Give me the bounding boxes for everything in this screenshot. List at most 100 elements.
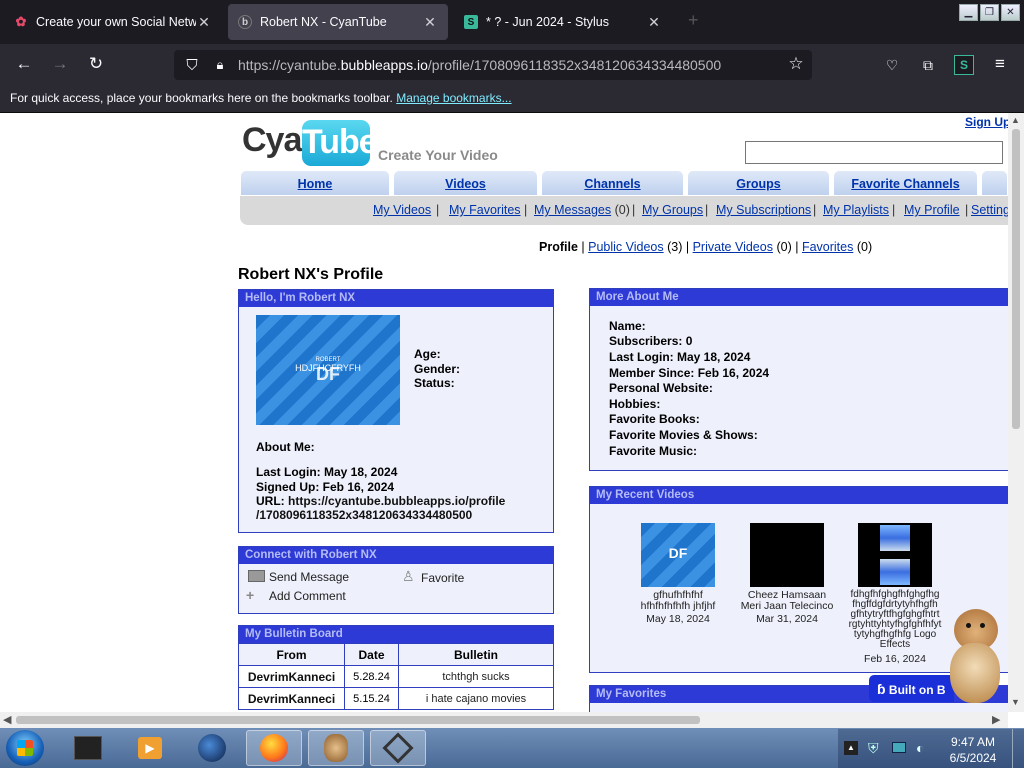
public-videos-link[interactable]: Public Videos [588, 240, 664, 254]
about-last-login: Last Login: May 18, 2024 [609, 350, 751, 364]
column-header: Bulletin [398, 643, 554, 666]
new-tab-button[interactable]: + [688, 10, 699, 31]
subnav-my-playlists[interactable]: My Playlists [823, 203, 889, 217]
hamster-app-icon[interactable] [308, 730, 364, 766]
nav-tab-videos[interactable]: Videos [393, 170, 538, 196]
close-icon[interactable]: ✕ [646, 14, 662, 31]
about-subscribers: Subscribers: 0 [609, 334, 693, 348]
signup-link[interactable]: Sign Up [965, 115, 1010, 129]
tab-stylus[interactable]: S * ? - Jun 2024 - Stylus ✕ [454, 4, 672, 40]
globe-icon[interactable] [184, 730, 240, 766]
scroll-up-icon[interactable]: ▲ [1011, 115, 1020, 125]
back-arrow-icon[interactable]: ← [14, 54, 34, 74]
nav-tab-channels[interactable]: Channels [541, 170, 684, 196]
nav-tab-home[interactable]: Home [240, 170, 390, 196]
media-player-icon[interactable]: ▶ [122, 730, 178, 766]
close-window-icon[interactable]: ✕ [1001, 4, 1020, 21]
maximize-icon[interactable]: ❐ [980, 4, 999, 21]
signed-up: Signed Up: Feb 16, 2024 [256, 480, 395, 494]
show-desktop-button[interactable] [1012, 729, 1024, 768]
pocket-icon[interactable]: ♡ [882, 55, 902, 75]
tab-cyantube[interactable]: b Robert NX - CyanTube ✕ [228, 4, 448, 40]
envelope-icon [248, 570, 265, 582]
hamster-mascot-image [944, 609, 1004, 705]
about-name: Name: [609, 319, 646, 333]
star-bookmark-icon[interactable]: ☆ [786, 54, 806, 74]
menu-icon[interactable]: ≡ [990, 54, 1010, 74]
bulletin-text[interactable]: i hate cajano movies [398, 687, 554, 710]
stylus-extension-icon[interactable]: S [954, 55, 974, 75]
age-label: Age: [414, 347, 441, 361]
shield-icon[interactable]: ⛉ [182, 55, 202, 75]
start-button[interactable] [6, 730, 44, 766]
taskbar-app-icon[interactable] [60, 730, 116, 766]
bulletin-from[interactable]: DevrimKanneci [238, 665, 345, 688]
column-header: Date [344, 643, 399, 666]
page-title: Robert NX's Profile [238, 266, 384, 283]
private-videos-link[interactable]: Private Videos [693, 240, 773, 254]
close-icon[interactable]: ✕ [196, 14, 212, 31]
bulletin-text[interactable]: tchthgh sucks [398, 665, 554, 688]
about-movies: Favorite Movies & Shows: [609, 428, 758, 442]
scroll-down-icon[interactable]: ▼ [1011, 697, 1020, 707]
manage-bookmarks-link[interactable]: Manage bookmarks... [396, 91, 511, 105]
about-hobbies: Hobbies: [609, 397, 661, 411]
video-caption[interactable]: Cheez Hamsaan Meri Jaan Telecinco [734, 590, 840, 612]
url-text[interactable]: https://cyantube.bubbleapps.io/profile/1… [238, 57, 721, 73]
video-date: May 18, 2024 [646, 613, 710, 625]
video-date: Mar 31, 2024 [756, 613, 818, 625]
security-shield-icon[interactable]: ⛨ [868, 740, 879, 757]
add-comment-link[interactable]: Add Comment [269, 589, 346, 603]
close-icon[interactable]: ✕ [422, 14, 438, 31]
profile-url-link[interactable]: https://cyantube.bubbleapps.io/profile [288, 494, 505, 508]
video-thumbnail[interactable] [750, 523, 824, 587]
scroll-left-icon[interactable]: ◀ [3, 713, 11, 726]
firefox-icon[interactable] [246, 730, 302, 766]
subnav-my-subscriptions[interactable]: My Subscriptions [716, 203, 811, 217]
vertical-scrollbar[interactable]: ▲ ▼ [1008, 113, 1024, 712]
favorite-link[interactable]: Favorite [421, 571, 464, 585]
show-hidden-icons[interactable]: ▲ [844, 741, 858, 755]
subnav-my-favorites[interactable]: My Favorites [449, 203, 521, 217]
built-on-bubble-badge[interactable]: ɓ Built on B [869, 675, 954, 702]
horizontal-scrollbar[interactable]: ◀ ▶ [0, 712, 1008, 728]
subnav-my-profile[interactable]: My Profile [904, 203, 960, 217]
subnav-my-groups[interactable]: My Groups [642, 203, 703, 217]
subnav-sep: | [436, 203, 440, 217]
subnav-sep: | [705, 203, 709, 217]
logo-tube[interactable]: Tube [302, 120, 378, 166]
bookmarks-hint: For quick access, place your bookmarks h… [10, 91, 393, 105]
nav-tab-favorite-channels[interactable]: Favorite Channels [833, 170, 978, 196]
nav-tab-groups[interactable]: Groups [687, 170, 830, 196]
avatar[interactable]: ROBERT HDJFHCFRYFH DF [256, 315, 400, 425]
taskbar-clock[interactable]: 9:47 AM 6/5/2024 [940, 734, 1006, 766]
subnav-my-messages[interactable]: My Messages (0) [534, 203, 630, 217]
about-website: Personal Website: [609, 381, 713, 395]
video-thumbnail[interactable] [858, 523, 932, 587]
scrollbar-thumb[interactable] [16, 716, 700, 724]
video-thumbnail[interactable]: DF [641, 523, 715, 587]
subnav-my-videos[interactable]: My Videos [373, 203, 431, 217]
unity-icon[interactable] [370, 730, 426, 766]
scrollbar-thumb[interactable] [1012, 129, 1020, 429]
reload-icon[interactable]: ↻ [86, 54, 106, 74]
video-caption[interactable]: fdhgfhfghgfhfghgfhg fhgffdgfdrtytyhfhgfh… [843, 590, 947, 650]
volume-icon[interactable]: ◐ [916, 740, 924, 756]
extensions-icon[interactable]: ⧉ [918, 55, 938, 75]
send-message-link[interactable]: Send Message [269, 570, 349, 584]
network-icon[interactable] [892, 742, 906, 753]
favorites-link[interactable]: Favorites [802, 240, 853, 254]
scroll-right-icon[interactable]: ▶ [992, 713, 1000, 726]
window-controls: ▁ ❐ ✕ [959, 4, 1020, 21]
video-caption[interactable]: gfhufhfhfhf hfhfhfhfhfh jhfjhf [628, 590, 728, 612]
minimize-icon[interactable]: ▁ [959, 4, 978, 21]
search-input[interactable] [745, 141, 1003, 164]
stylus-icon: S [464, 15, 478, 29]
recent-videos-header: My Recent Videos [590, 487, 1008, 504]
profile-url-link-2[interactable]: /1708096118352x348120634334480500 [256, 508, 472, 522]
lock-icon[interactable]: 🔒︎ [210, 55, 230, 75]
nav-tab-overflow[interactable] [981, 170, 1008, 196]
forward-arrow-icon[interactable]: → [50, 54, 70, 74]
bulletin-from[interactable]: DevrimKanneci [238, 687, 345, 710]
tab-social-network[interactable]: ✿ Create your own Social Netwo ✕ [4, 4, 222, 40]
